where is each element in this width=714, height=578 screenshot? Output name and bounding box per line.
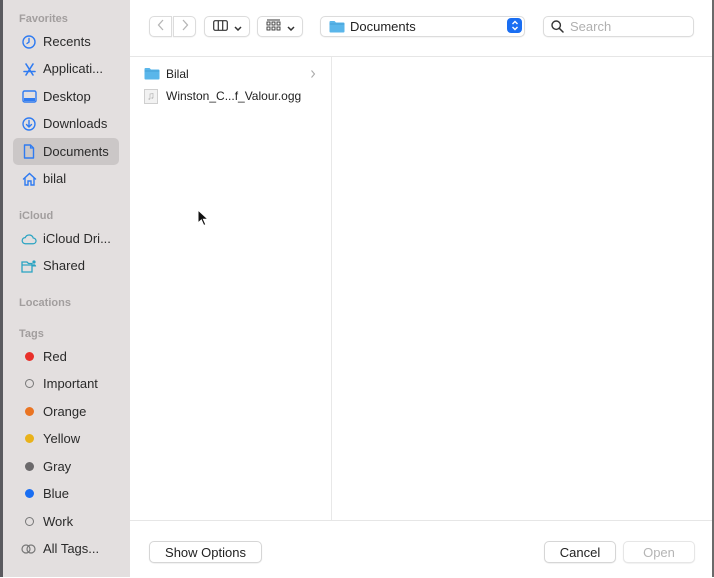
sidebar-item-label: Applicati...: [43, 61, 103, 76]
sidebar-tag-yellow[interactable]: Yellow: [13, 425, 119, 452]
folder-icon: [329, 20, 345, 33]
columns-view-icon: [212, 18, 228, 36]
sidebar-item-label: Documents: [43, 144, 109, 159]
show-options-button[interactable]: Show Options: [149, 541, 262, 563]
search-placeholder[interactable]: Search: [570, 19, 611, 34]
folder-icon: [144, 67, 160, 81]
file-browser: Documents Search Bilal Winston_C...f_Val…: [130, 0, 714, 577]
back-button[interactable]: [149, 16, 172, 37]
sidebar-item-label: Shared: [43, 258, 85, 273]
cloud-icon: [21, 231, 37, 247]
sidebar-tag-blue[interactable]: Blue: [13, 480, 119, 507]
file-name: Winston_C...f_Valour.ogg: [166, 89, 302, 103]
sidebar-item-label: Work: [43, 514, 74, 529]
section-favorites: Favorites: [19, 13, 68, 25]
sidebar-item-label: bilal: [43, 171, 67, 186]
all-tags-icon: [21, 541, 37, 557]
clock-icon: [21, 34, 37, 50]
tag-dot-icon: [21, 514, 37, 530]
dialog-footer: Show Options Cancel Open: [130, 520, 714, 578]
search-field[interactable]: Search: [543, 16, 694, 37]
desktop-icon: [21, 89, 37, 105]
sidebar-item-label: Yellow: [43, 431, 81, 446]
sidebar-item-desktop[interactable]: Desktop: [13, 83, 119, 110]
sidebar-tag-red[interactable]: Red: [13, 343, 119, 370]
grid-group-icon: [266, 18, 281, 36]
tag-dot-icon: [21, 486, 37, 502]
sidebar-tag-important[interactable]: Important: [13, 370, 119, 397]
home-icon: [21, 171, 37, 187]
sidebar: Favorites Recents Applicati... Desktop D…: [0, 0, 130, 577]
tag-dot-icon: [21, 376, 37, 392]
up-down-arrows-icon: [507, 18, 522, 33]
location-popup[interactable]: Documents: [320, 16, 525, 37]
sidebar-item-label: All Tags...: [43, 541, 100, 556]
download-icon: [21, 116, 37, 132]
sidebar-item-label: Desktop: [43, 89, 91, 104]
applications-icon: [21, 61, 37, 77]
sidebar-item-label: Red: [43, 349, 67, 364]
mouse-cursor: [197, 208, 210, 232]
sidebar-tag-work[interactable]: Work: [13, 508, 119, 535]
search-icon: [551, 20, 564, 33]
sidebar-item-label: Gray: [43, 459, 72, 474]
chevron-left-icon: [157, 18, 165, 36]
document-icon: [21, 144, 37, 160]
sidebar-item-label: Blue: [43, 486, 70, 501]
sidebar-item-documents[interactable]: Documents: [13, 138, 119, 165]
file-row-folder[interactable]: Bilal: [144, 64, 322, 84]
chevron-down-icon: [286, 18, 295, 36]
sidebar-item-downloads[interactable]: Downloads: [13, 110, 119, 137]
sidebar-item-label: Important: [43, 376, 98, 391]
browser-column-1: Bilal Winston_C...f_Valour.ogg: [130, 57, 332, 520]
sidebar-tag-gray[interactable]: Gray: [13, 453, 119, 480]
sidebar-item-recents[interactable]: Recents: [13, 28, 119, 55]
sidebar-item-label: iCloud Dri...: [43, 231, 111, 246]
sidebar-tag-orange[interactable]: Orange: [13, 398, 119, 425]
toolbar: Documents Search: [130, 0, 714, 57]
sidebar-item-label: Orange: [43, 404, 87, 419]
cancel-button[interactable]: Cancel: [544, 541, 616, 563]
chevron-right-icon: [310, 68, 316, 82]
section-locations: Locations: [19, 297, 71, 309]
sidebar-item-shared[interactable]: Shared: [13, 252, 119, 279]
section-tags: Tags: [19, 328, 44, 340]
shared-folder-icon: [21, 258, 37, 274]
forward-button[interactable]: [173, 16, 196, 37]
window-edge: [0, 0, 3, 577]
sidebar-item-icloud-drive[interactable]: iCloud Dri...: [13, 225, 119, 252]
chevron-down-icon: [233, 18, 242, 36]
tag-dot-icon: [21, 431, 37, 447]
browser-column-2: [332, 57, 714, 520]
location-label: Documents: [350, 19, 416, 34]
chevron-right-icon: [181, 18, 189, 36]
tag-dot-icon: [21, 459, 37, 475]
sidebar-item-label: Recents: [43, 34, 91, 49]
file-name: Bilal: [166, 67, 189, 81]
section-icloud: iCloud: [19, 210, 54, 222]
tag-dot-icon: [21, 404, 37, 420]
sidebar-item-home[interactable]: bilal: [13, 165, 119, 192]
sidebar-item-label: Downloads: [43, 116, 108, 131]
open-button[interactable]: Open: [623, 541, 695, 563]
file-row-audio[interactable]: Winston_C...f_Valour.ogg: [144, 86, 322, 106]
sidebar-all-tags[interactable]: All Tags...: [13, 535, 119, 562]
group-button[interactable]: [257, 16, 303, 37]
tag-dot-icon: [21, 349, 37, 365]
audio-file-icon: [144, 89, 160, 104]
sidebar-item-applications[interactable]: Applicati...: [13, 55, 119, 82]
view-mode-button[interactable]: [204, 16, 250, 37]
